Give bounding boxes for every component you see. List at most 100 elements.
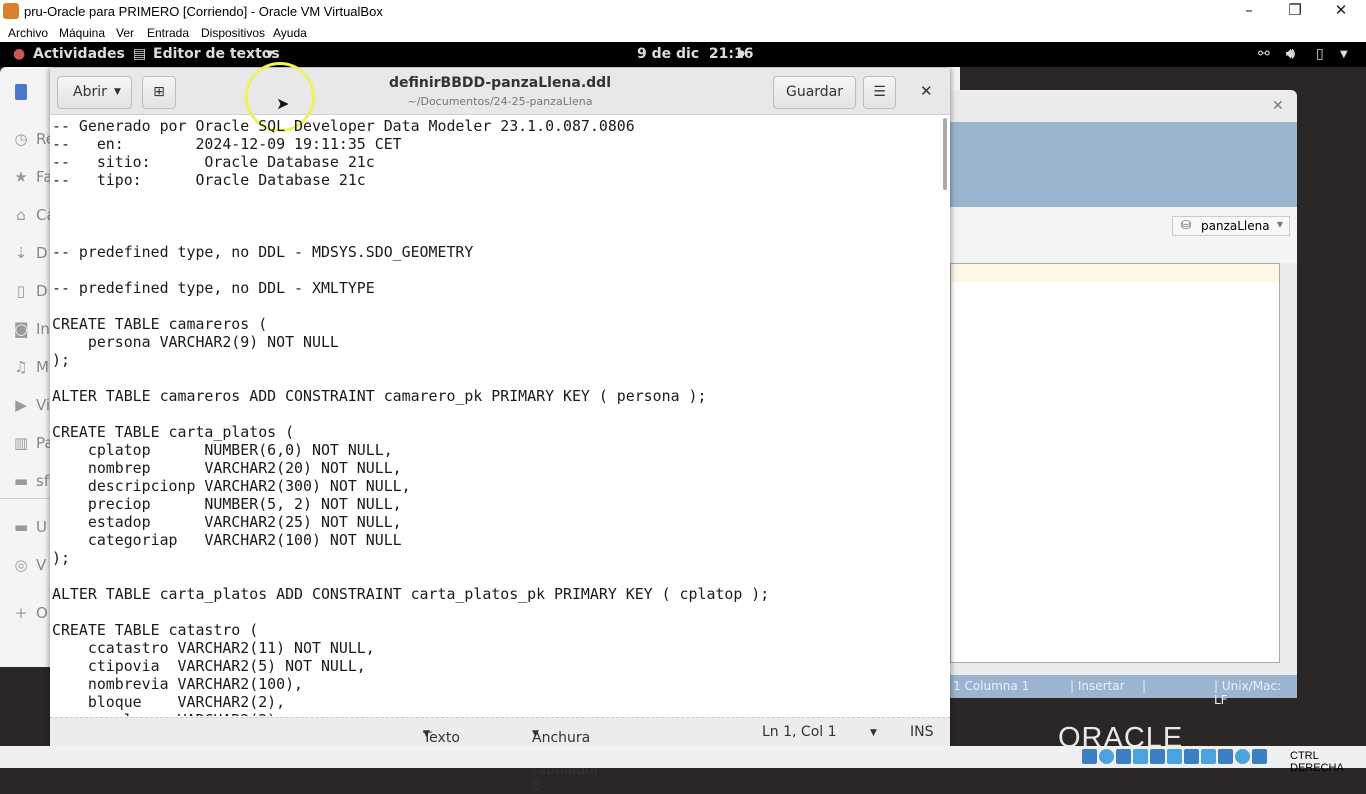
sidebar-item[interactable]: ▶ Vi (14, 396, 50, 414)
disc-icon: ◎ (14, 556, 28, 574)
menu-button[interactable]: ☰ (863, 76, 896, 109)
connection-selector[interactable]: ⛁ panzaLlena ▼ (1172, 216, 1290, 236)
virtualbox-statusbar: CTRL DERECHA (0, 746, 1366, 774)
system-menu-icon[interactable]: ▼ (1340, 49, 1348, 60)
star-icon: ★ (14, 168, 28, 186)
sidebar-item[interactable]: ▬ U (14, 518, 47, 536)
mouse-status-icon[interactable] (1235, 749, 1250, 764)
code-line: ccatastro VARCHAR2(11) NOT NULL, (52, 639, 375, 657)
sidebar-item[interactable]: ◷ Re (14, 130, 55, 148)
document-title: definirBBDD-panzaLlena.ddl (388, 75, 612, 91)
activities-button[interactable]: Actividades (33, 46, 125, 62)
code-line: estadop VARCHAR2(25) NOT NULL, (52, 513, 402, 531)
minimize-icon[interactable]: – (1234, 1, 1264, 19)
network-icon[interactable]: ⚯ (1258, 46, 1270, 62)
sidebar-item[interactable]: ★ Fa (14, 168, 52, 186)
new-document-icon: ⊞ (153, 84, 165, 100)
sidebar-item[interactable]: ◙ In (14, 320, 50, 338)
code-line: ); (52, 549, 70, 567)
capture-status-icon[interactable] (1201, 749, 1216, 764)
code-editor[interactable]: -- Generado por Oracle SQL Developer Dat… (52, 116, 942, 716)
sidebar-item[interactable]: ▥ Pa (14, 434, 54, 452)
usb-status-icon[interactable] (1150, 749, 1165, 764)
chevron-down-icon: ▼ (114, 87, 121, 97)
drive-icon: ▬ (14, 518, 29, 536)
hamburger-icon: ☰ (873, 84, 886, 100)
sidebar-item[interactable]: ◎ V (14, 556, 46, 574)
volume-icon[interactable]: 🔊︎ (1286, 46, 1295, 62)
close-icon[interactable]: ✕ (1326, 1, 1356, 19)
toolbar: ⛁ panzaLlena ▼ (950, 207, 1297, 263)
cpu-status-icon[interactable] (1218, 749, 1233, 764)
keyboard-status-icon[interactable] (1252, 749, 1267, 764)
app-menu-icon: ▤ (133, 46, 147, 62)
editor-statusbar: Texto plano ▼ Anchura del tabulador: 8 ▼… (50, 717, 950, 794)
clock[interactable]: 9 de dic 21:16 (637, 46, 753, 62)
app-menu[interactable]: Editor de textos (153, 46, 280, 62)
menu-ver[interactable]: Ver (116, 26, 134, 40)
chevron-down-icon: ▼ (266, 49, 274, 60)
open-button[interactable]: Abrir ▼ (57, 76, 132, 109)
hdd-status-icon[interactable] (1082, 749, 1097, 764)
menu-ayuda[interactable]: Ayuda (273, 26, 307, 40)
code-line: ALTER TABLE camareros ADD CONSTRAINT cam… (52, 387, 707, 405)
syntax-selector[interactable]: Texto plano ▼ (423, 724, 462, 762)
menu-maquina[interactable]: Máquina (59, 26, 105, 40)
menu-entrada[interactable]: Entrada (147, 26, 189, 40)
menu-archivo[interactable]: Archivo (8, 26, 48, 40)
menu-dispositivos[interactable]: Dispositivos (201, 26, 265, 40)
gnome-top-bar: ● Actividades ▤ Editor de textos ▼ 9 de … (0, 42, 1366, 67)
chevron-down-icon[interactable]: ▼ (870, 728, 877, 738)
close-icon[interactable]: ✕ (920, 82, 933, 100)
blue-header (950, 122, 1297, 207)
sidebar-item[interactable]: ⇣ D (14, 244, 48, 262)
maximize-icon[interactable]: ❐ (1280, 1, 1310, 19)
scrollbar[interactable] (943, 118, 947, 190)
sidebar-item[interactable]: ▯ D (14, 282, 48, 300)
shared-folder-status-icon[interactable] (1167, 749, 1182, 764)
video-icon: ▶ (15, 396, 27, 414)
battery-icon[interactable]: ▯ (1316, 46, 1324, 62)
new-document-button[interactable]: ⊞ (142, 76, 176, 109)
insert-mode: INS (910, 724, 934, 740)
cursor-position[interactable]: Ln 1, Col 1 (762, 724, 837, 740)
text-editor-window: Abrir ▼ ⊞ definirBBDD-panzaLlena.ddl ~/D… (50, 62, 950, 794)
home-icon: ⌂ (16, 206, 26, 224)
database-icon: ⛁ (1181, 218, 1192, 232)
document-icon (15, 84, 27, 100)
sidebar-item[interactable]: + O (14, 604, 48, 622)
code-line: -- tipo: Oracle Database 21c (52, 171, 366, 189)
virtualbox-icon (3, 3, 19, 19)
sidebar-item[interactable]: ▬ sf (14, 472, 49, 490)
worksheet[interactable] (950, 263, 1280, 663)
host-key-label: CTRL DERECHA (1290, 750, 1344, 774)
camera-icon: ◙ (14, 320, 29, 338)
code-line: escalera VARCHAR2(2), (52, 711, 942, 716)
activities-icon: ● (13, 46, 26, 62)
editor-headerbar: Abrir ▼ ⊞ definirBBDD-panzaLlena.ddl ~/D… (50, 62, 950, 132)
code-line: nombrevia VARCHAR2(100), (52, 675, 304, 693)
code-line: CREATE TABLE catastro ( (52, 621, 259, 639)
sidebar-item[interactable]: ♫ M (14, 358, 49, 376)
code-line: categoriap VARCHAR2(100) NOT NULL (52, 531, 402, 549)
optical-status-icon[interactable] (1099, 749, 1114, 764)
display-status-icon[interactable] (1184, 749, 1199, 764)
data-modeler-window: ✕ ⛁ panzaLlena ▼ 1 Columna 1 | Insertar … (950, 90, 1297, 707)
save-button[interactable]: Guardar (773, 76, 856, 109)
network-status-icon[interactable] (1133, 749, 1148, 764)
tab-width-selector[interactable]: Anchura del tabulador: 8 ▼ (532, 724, 604, 794)
clock-icon: ◷ (14, 130, 28, 148)
audio-status-icon[interactable] (1116, 749, 1131, 764)
chevron-down-icon: ▼ (1276, 220, 1283, 229)
close-icon[interactable]: ✕ (1272, 98, 1284, 114)
code-line: ); (52, 351, 70, 369)
code-line: -- en: 2024-12-09 19:11:35 CET (52, 135, 402, 153)
virtualbox-menubar: Archivo Máquina Ver Entrada Dispositivos… (0, 22, 1366, 42)
document-path: ~/Documentos/24-25-panzaLlena (407, 95, 593, 108)
code-line: preciop NUMBER(5, 2) NOT NULL, (52, 495, 402, 513)
